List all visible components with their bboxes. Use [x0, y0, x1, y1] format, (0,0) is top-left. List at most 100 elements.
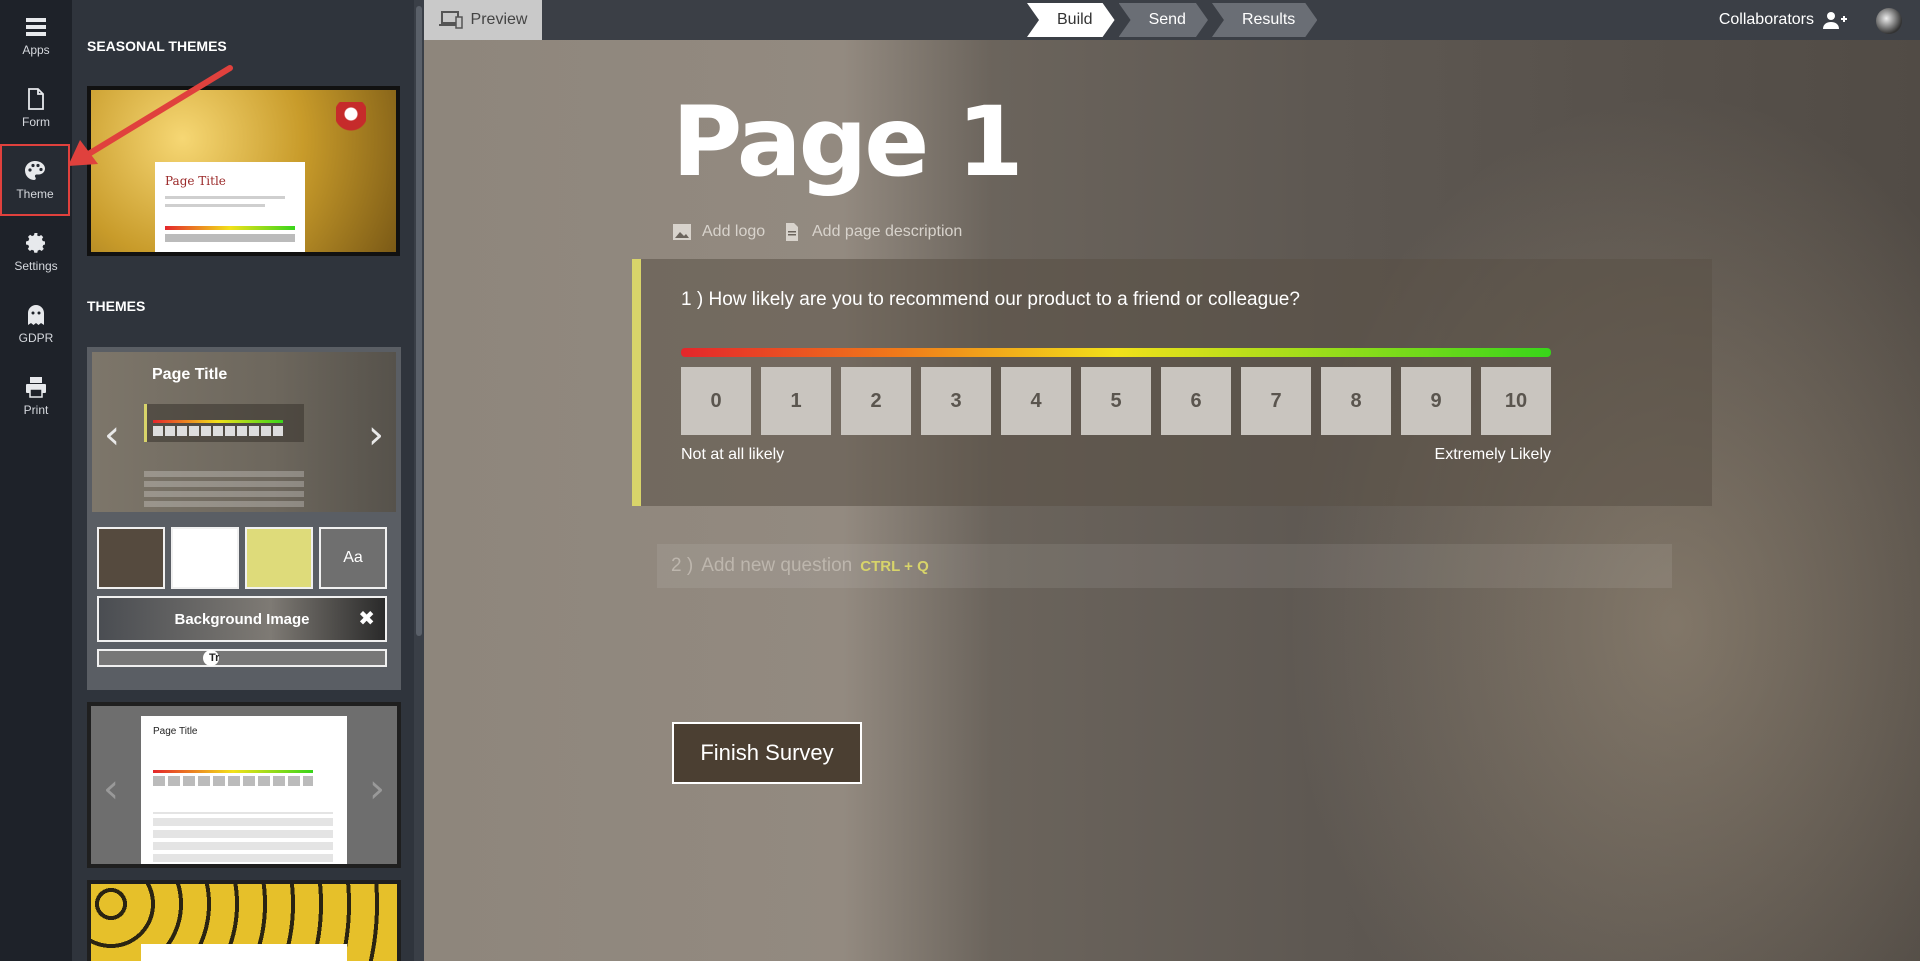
palette-icon — [25, 161, 45, 180]
new-question-shortcut: CTRL + Q — [860, 557, 929, 575]
seasonal-themes-heading: SEASONAL THEMES — [87, 38, 227, 54]
theme-card-2[interactable]: Page Title ‹ › — [87, 702, 401, 868]
grid-icon — [26, 18, 46, 36]
theme-card-3-preview — [91, 884, 397, 961]
mini-page: Page Title — [155, 162, 305, 252]
mini-page — [141, 944, 347, 961]
finish-survey-button[interactable]: Finish Survey — [672, 722, 862, 784]
rail-label: Settings — [14, 259, 58, 273]
swatch-accent-color[interactable] — [245, 527, 313, 589]
add-logo-label: Add logo — [702, 223, 766, 240]
mini-question — [144, 404, 304, 442]
preview-button[interactable]: Preview — [424, 0, 542, 40]
seasonal-mini-title: Page Title — [165, 174, 226, 188]
scale-option[interactable]: 4 — [1001, 367, 1071, 435]
nps-gradient-bar — [681, 348, 1551, 357]
question-number: 1 ) — [681, 289, 704, 310]
icon-rail: Apps Form Theme Settings GDPR Print — [0, 0, 72, 961]
santa-decoration — [336, 102, 366, 142]
scale-option[interactable]: 10 — [1481, 367, 1551, 435]
collaborators-label: Collaborators — [1718, 11, 1814, 28]
background-image-label: Background Image — [174, 610, 310, 628]
question-text: 1 ) How likely are you to recommend our … — [681, 289, 1300, 311]
rail-item-settings[interactable]: Settings — [0, 216, 72, 288]
mini-line — [165, 204, 265, 207]
next-theme-arrow[interactable]: › — [369, 766, 385, 812]
rail-label: GDPR — [18, 331, 54, 345]
image-icon — [673, 224, 691, 240]
add-logo-button[interactable]: Add logo — [672, 222, 765, 242]
seasonal-theme-card[interactable]: Page Title — [87, 86, 400, 256]
prev-theme-arrow[interactable]: ‹ — [104, 412, 120, 458]
theme-card-selected[interactable]: Page Title ‹ › Aa Background Image ✖ Tr — [87, 347, 401, 690]
step-results[interactable]: Results — [1212, 3, 1317, 37]
gear-icon — [26, 233, 45, 253]
add-description-button[interactable]: Add page description — [782, 222, 962, 242]
scale-option[interactable]: 7 — [1241, 367, 1311, 435]
mini-options — [144, 467, 304, 507]
scale-option[interactable]: 2 — [841, 367, 911, 435]
theme2-mini-title: Page Title — [153, 726, 198, 737]
prev-theme-arrow[interactable]: ‹ — [103, 766, 119, 812]
page-title[interactable]: Page 1 — [672, 86, 1024, 198]
mini-gradient — [153, 420, 283, 423]
slider-knob[interactable]: Tr — [203, 650, 219, 666]
step-send[interactable]: Send — [1119, 3, 1208, 37]
swatch-background-color[interactable] — [97, 527, 165, 589]
seasonal-theme-preview: Page Title — [91, 90, 396, 252]
transparency-slider[interactable]: Tr — [97, 649, 387, 667]
swatch-text-color[interactable] — [171, 527, 239, 589]
rail-item-apps[interactable]: Apps — [0, 0, 72, 72]
scale-option[interactable]: 9 — [1401, 367, 1471, 435]
scale-option[interactable]: 5 — [1081, 367, 1151, 435]
nps-scale: 0 1 2 3 4 5 6 7 8 9 10 — [681, 367, 1551, 435]
theme-card-3[interactable] — [87, 880, 401, 961]
document-icon — [28, 88, 44, 110]
collaborators-button[interactable]: Collaborators — [1719, 0, 1848, 40]
top-bar: Preview Build Send Results Collaborators — [424, 0, 1920, 40]
mini-scale — [165, 234, 295, 242]
user-avatar[interactable] — [1876, 8, 1902, 34]
background-image-button[interactable]: Background Image ✖ — [97, 596, 387, 642]
rail-item-theme[interactable]: Theme — [0, 144, 70, 216]
next-theme-arrow[interactable]: › — [368, 412, 384, 458]
step-build[interactable]: Build — [1027, 3, 1115, 37]
scale-low-label: Not at all likely — [681, 446, 785, 463]
add-new-question-input[interactable]: 2 ) Add new question CTRL + Q — [657, 544, 1672, 588]
rail-item-gdpr[interactable]: GDPR — [0, 288, 72, 360]
mini-page: Page Title — [141, 716, 347, 864]
remove-background-icon[interactable]: ✖ — [358, 606, 375, 631]
scale-option[interactable]: 3 — [921, 367, 991, 435]
theme-preview: Page Title ‹ › — [92, 352, 396, 512]
color-swatches: Aa — [97, 527, 387, 589]
mini-line — [165, 196, 285, 199]
add-user-icon — [1823, 12, 1847, 29]
document-icon — [786, 223, 798, 241]
preview-label: Preview — [470, 11, 528, 28]
rail-item-print[interactable]: Print — [0, 360, 72, 432]
question-nps[interactable]: 1 ) How likely are you to recommend our … — [632, 259, 1712, 506]
step-results-label: Results — [1241, 11, 1296, 28]
scale-option[interactable]: 1 — [761, 367, 831, 435]
mini-scale — [153, 776, 313, 786]
scrollbar-thumb[interactable] — [416, 6, 422, 636]
font-swatch[interactable]: Aa — [319, 527, 387, 589]
workflow-steps: Build Send Results — [1027, 3, 1321, 37]
scale-option[interactable]: 0 — [681, 367, 751, 435]
devices-icon — [438, 11, 463, 29]
font-swatch-label: Aa — [343, 549, 363, 566]
question-label: How likely are you to recommend our prod… — [708, 289, 1300, 310]
add-description-label: Add page description — [812, 223, 963, 240]
theme-panel: SEASONAL THEMES Page Title THEMES Page T… — [72, 0, 424, 961]
mini-gradient — [153, 770, 313, 773]
scale-option[interactable]: 8 — [1321, 367, 1391, 435]
rail-item-form[interactable]: Form — [0, 72, 72, 144]
theme-card-2-preview: Page Title ‹ › — [91, 706, 397, 864]
new-question-number: 2 ) — [671, 555, 694, 576]
slider-knob-label: Tr — [209, 652, 220, 664]
panel-scrollbar[interactable] — [414, 0, 424, 961]
mini-scale — [153, 426, 283, 436]
scale-option[interactable]: 6 — [1161, 367, 1231, 435]
mini-gradient — [165, 226, 295, 230]
rail-label: Theme — [16, 187, 54, 201]
